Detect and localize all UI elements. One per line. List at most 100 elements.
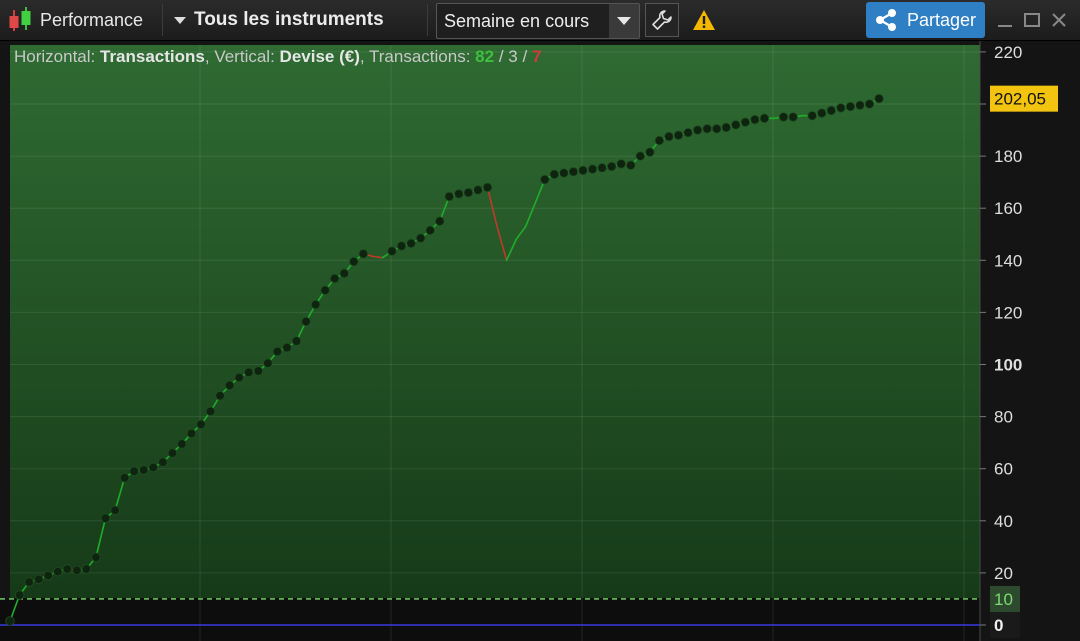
trade-marker [167,448,178,458]
trade-marker [654,135,665,146]
trade-marker [349,256,359,267]
trade-marker [463,187,474,198]
trade-marker [129,466,139,477]
trade-marker [578,165,588,176]
trade-marker [874,93,884,104]
minimize-icon[interactable] [996,11,1014,29]
period-value: Semaine en cours [444,11,590,31]
y-tick-label: 100 [994,356,1022,375]
trade-marker [540,174,550,185]
transactions-label: Transactions: [369,47,471,66]
trade-marker [444,191,455,202]
y-tick-label: 80 [994,408,1013,427]
candlestick-icon[interactable] [6,0,36,40]
period-select[interactable]: Semaine en cours [436,3,640,39]
trade-marker [673,130,684,140]
wins-count: 82 [475,47,495,66]
trade-marker [138,465,149,475]
trade-marker [473,185,483,195]
trade-marker [549,169,560,180]
trade-marker [24,577,34,587]
trade-marker [788,112,798,122]
trade-marker [425,225,435,236]
vertical-value: Devise (€) [279,47,360,66]
window-controls [996,0,1068,40]
dropdown-arrow-icon[interactable] [609,4,639,38]
trade-marker [282,342,292,353]
trade-marker [807,111,817,121]
current-value-badge-label: 202,05 [994,90,1046,109]
trade-marker [415,233,426,243]
trade-marker [358,249,369,259]
trade-marker [864,99,875,109]
trade-marker [778,112,789,122]
trade-marker [253,366,263,376]
trade-marker [435,216,445,226]
trade-marker [5,616,15,626]
trade-marker [482,182,493,193]
zero-value-badge-label: 0 [994,616,1003,635]
trade-marker [597,163,607,173]
instrument-selector[interactable]: Tous les instruments [174,0,384,40]
trade-marker [53,566,63,577]
y-tick-label: 40 [994,512,1013,531]
trade-marker [826,105,837,116]
trade-marker [301,316,311,327]
trade-marker [626,160,636,170]
trade-marker [263,358,273,368]
trade-marker [91,552,101,562]
trade-marker [616,159,626,169]
share-icon [876,9,896,31]
share-label: Partager [907,9,977,30]
trade-marker [568,167,579,177]
trade-marker [81,564,92,574]
trade-marker [72,565,82,575]
performance-title: Performance [40,9,144,30]
trade-marker [645,147,655,157]
trade-marker [855,100,865,111]
warning-icon[interactable] [692,0,716,40]
close-icon[interactable] [1050,11,1068,29]
trade-marker [14,590,25,600]
maximize-icon[interactable] [1023,11,1041,29]
trade-marker [692,125,703,135]
trade-marker [606,161,617,172]
trade-marker [234,372,244,383]
trade-marker [119,473,130,483]
neutral-count: 3 [508,47,518,66]
trade-marker [406,238,416,249]
trade-marker [310,299,321,310]
y-tick-label: 160 [994,199,1022,218]
trade-marker [664,131,674,142]
trade-marker [158,457,168,467]
trade-marker [387,246,397,256]
trade-marker [683,127,693,138]
trade-marker [712,124,722,134]
trade-marker [396,241,407,251]
instrument-label: Tous les instruments [194,9,384,30]
trade-marker [339,268,349,279]
wrench-icon[interactable] [645,3,679,37]
trade-marker [291,336,302,346]
share-button[interactable]: Partager [866,2,985,38]
trade-marker [702,124,712,134]
y-tick-label: 140 [994,251,1022,270]
y-tick-label: 60 [994,460,1013,479]
trade-marker [62,564,73,574]
trade-marker [731,120,741,130]
y-tick-label: 180 [994,147,1022,166]
trade-marker [587,164,598,174]
trade-marker [836,103,846,113]
trade-marker [244,367,254,378]
trade-marker [721,122,731,133]
trade-marker [845,101,856,112]
horizontal-label: Horizontal: [14,47,96,66]
trade-marker [110,505,120,516]
trade-marker [740,117,751,127]
trade-marker [750,114,760,125]
horizontal-value: Transactions [100,47,205,66]
trade-marker [272,346,283,357]
plot-area [10,45,980,598]
trade-marker [635,151,646,161]
trade-marker [454,189,464,199]
